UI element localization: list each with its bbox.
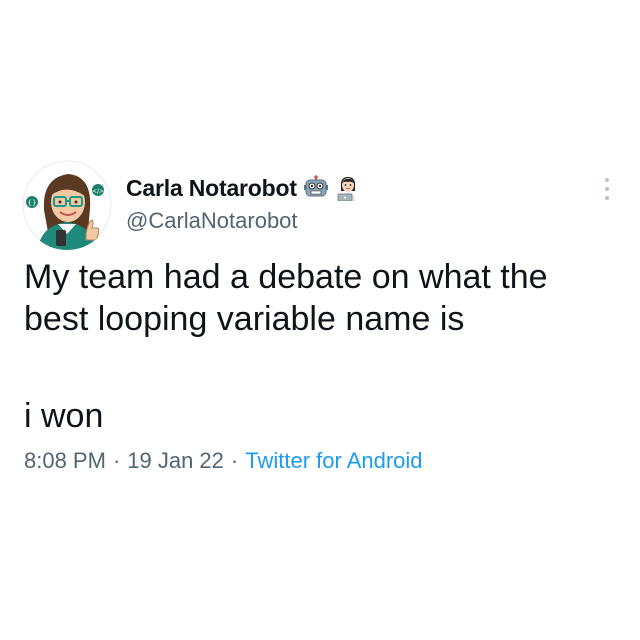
woman-technologist-emoji-icon [335, 175, 361, 202]
tweet-source-link[interactable]: Twitter for Android [245, 448, 422, 474]
avatar[interactable]: {} </> [22, 160, 112, 250]
tweet-text-line-2: best looping variable name is [24, 300, 465, 338]
display-name[interactable]: Carla Notarobot [126, 175, 297, 202]
tweet-date[interactable]: 19 Jan 22 [127, 448, 224, 474]
tweet-time[interactable]: 8:08 PM [24, 448, 106, 474]
meta-separator: · [112, 448, 121, 473]
author-block: Carla Notarobot @CarlaNotarobot [126, 172, 361, 234]
handle[interactable]: @CarlaNotarobot [126, 208, 361, 234]
tweet-text-line-1: My team had a debate on what the [24, 258, 548, 296]
svg-text:{}: {} [28, 199, 37, 207]
name-row: Carla Notarobot [126, 172, 361, 204]
tweet-card: {} </> Carla Notarobot @CarlaNotarobot M… [0, 0, 640, 640]
tweet-meta: 8:08 PM · 19 Jan 22 · Twitter for Androi… [24, 448, 423, 474]
tweet-text: My team had a debate on what the best loo… [24, 256, 614, 340]
meta-separator: · [230, 448, 239, 473]
tweet-punchline: i won [24, 397, 104, 435]
more-vertical-icon[interactable] [602, 176, 612, 202]
robot-emoji-icon [303, 175, 329, 201]
svg-text:</>: </> [92, 188, 104, 195]
avatar-illustration: {} </> [22, 160, 112, 250]
